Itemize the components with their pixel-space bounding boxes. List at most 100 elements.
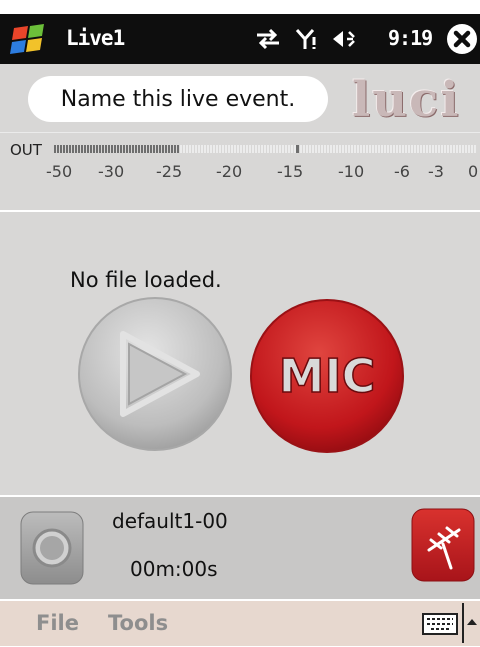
meter-segment [444,145,446,153]
menu-tools[interactable]: Tools [108,611,168,635]
meter-segment [240,145,242,153]
app-title: Live1 [66,26,125,50]
meter-segment [195,145,197,153]
clock-time[interactable]: 9:19 [388,26,433,50]
meter-segment [411,145,413,153]
meter-segment [207,145,209,153]
meter-segment [159,145,161,153]
meter-segment [93,145,95,153]
meter-tick: -10 [338,162,365,181]
chevron-up-icon [467,619,477,625]
volume-icon[interactable] [331,27,361,51]
meter-segment [330,145,332,153]
meter-segment [216,145,218,153]
meter-segment [222,145,224,153]
connectivity-icon[interactable] [255,27,281,51]
meter-segment [426,145,428,153]
meter-segment [417,145,419,153]
signal-icon[interactable] [295,27,317,51]
meter-segment [69,145,71,153]
meter-segment [354,145,356,153]
menu-file[interactable]: File [36,611,79,635]
meter-segment [81,145,83,153]
meter-segment [228,145,230,153]
antenna-icon [411,508,475,582]
meter-segment [246,145,248,153]
meter-segment [168,145,170,153]
meter-segment [318,145,320,153]
meter-segment [99,145,101,153]
meter-segment [465,145,467,153]
meter-segment [384,145,386,153]
elapsed-timer: 00m:00s [130,557,218,581]
meter-segment [360,145,362,153]
meter-segment [294,145,296,153]
meter-segment [264,145,266,153]
meter-segment [468,145,470,153]
event-name-field[interactable]: Name this live event. [28,76,328,122]
meter-segment [117,145,119,153]
close-button[interactable] [447,24,477,54]
meter-segment [198,145,200,153]
meter-segment [306,145,308,153]
meter-segment [249,145,251,153]
meter-segment [120,145,122,153]
meter-segment [321,145,323,153]
status-icons [255,27,361,51]
meter-segment [84,145,86,153]
meter-segment [72,145,74,153]
meter-segment [135,145,137,153]
meter-peak-marker [296,145,299,153]
meter-segment [405,145,407,153]
meter-segment [204,145,206,153]
meter-segment [141,145,143,153]
close-icon [453,30,471,48]
meter-segment [138,145,140,153]
play-button[interactable] [77,296,233,452]
meter-segment [105,145,107,153]
meter-ticks: -50 -30 -25 -20 -15 -10 -6 -3 0 [0,162,480,182]
meter-segment [78,145,80,153]
meter-segment [177,145,179,153]
windows-start-icon[interactable] [8,22,56,58]
meter-segment [447,145,449,153]
meter-segment [309,145,311,153]
meter-segment [288,145,290,153]
meter-tick: -3 [428,162,444,181]
meter-segment [351,145,353,153]
meter-segment [162,145,164,153]
meter-segment [378,145,380,153]
stop-button[interactable] [20,511,84,585]
meter-segment [225,145,227,153]
meter-segment [261,145,263,153]
meter-segment [357,145,359,153]
mic-button[interactable]: MIC [249,298,405,454]
meter-segment [129,145,131,153]
play-icon [78,297,232,451]
meter-segment [114,145,116,153]
broadcast-button[interactable] [411,508,475,582]
meter-segment [144,145,146,153]
meter-segment [237,145,239,153]
meter-segment [453,145,455,153]
meter-segment [57,145,59,153]
menu-bar: File Tools [0,599,480,646]
top-margin [0,0,480,14]
meter-segment [75,145,77,153]
file-status-text: No file loaded. [70,268,222,292]
meter-segment [192,145,194,153]
meter-segment [336,145,338,153]
meter-segment [96,145,98,153]
meter-segment [231,145,233,153]
meter-segment [333,145,335,153]
meter-segment [300,145,302,153]
meter-segment [102,145,104,153]
input-selector-arrow[interactable] [462,603,480,643]
meter-segment [471,145,473,153]
meter-tick: -30 [98,162,125,181]
meter-segment [210,145,212,153]
meter-segment [396,145,398,153]
meter-segment [402,145,404,153]
meter-segment [423,145,425,153]
keyboard-icon[interactable] [422,613,458,635]
